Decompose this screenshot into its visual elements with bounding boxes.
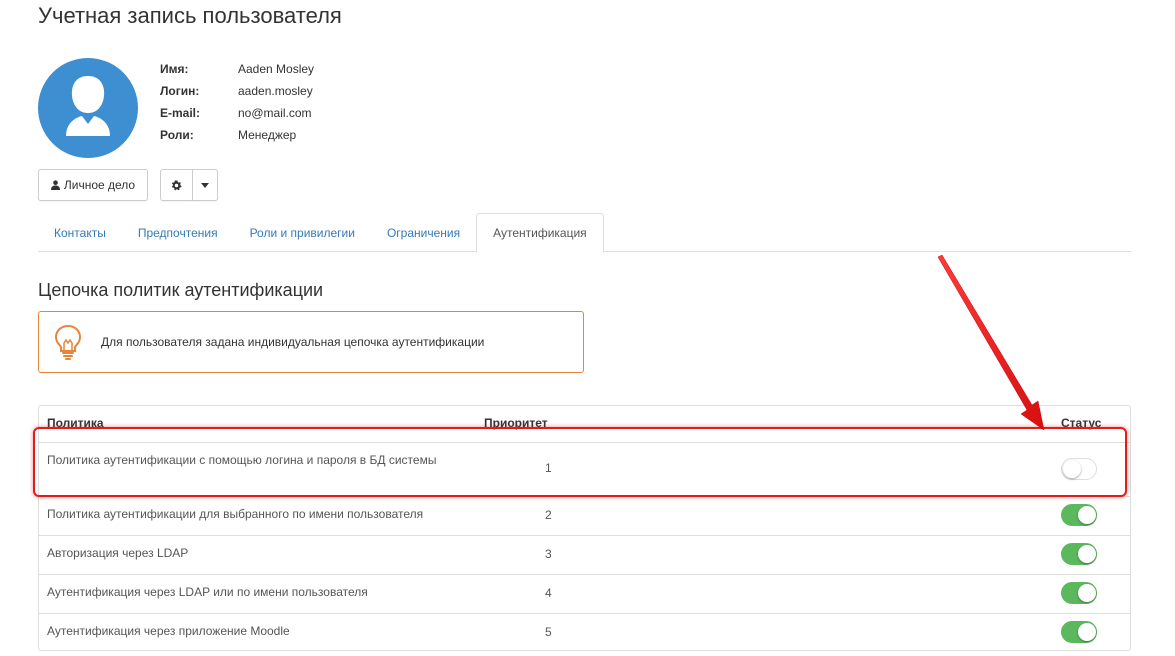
- info-key: E-mail:: [160, 106, 201, 120]
- toggle-knob: [1063, 460, 1081, 478]
- toggle-knob: [1078, 545, 1096, 563]
- status-toggle[interactable]: [1061, 543, 1097, 565]
- user-silhouette-icon: [66, 76, 110, 136]
- info-key: Логин:: [160, 84, 200, 98]
- header-policy: Политика: [47, 416, 104, 430]
- alert-text: Для пользователя задана индивидуальная ц…: [101, 335, 485, 349]
- policy-name: Политика аутентификации для выбранного п…: [47, 507, 424, 521]
- table-row: Политика аутентификации для выбранного п…: [39, 496, 1130, 535]
- info-value: aaden.mosley: [238, 84, 313, 98]
- section-title: Цепочка политик аутентификации: [38, 280, 324, 300]
- info-key: Роли:: [160, 128, 194, 142]
- policy-priority: 4: [545, 586, 552, 600]
- personal-case-label: Личное дело: [63, 178, 136, 192]
- info-row-login: Логин: aaden.mosley: [160, 80, 314, 102]
- info-value: no@mail.com: [238, 106, 312, 120]
- status-toggle[interactable]: [1061, 458, 1097, 480]
- page-title: Учетная запись пользователя: [38, 3, 342, 28]
- tabs: Контакты Предпочтения Роли и привилегии …: [38, 213, 1131, 253]
- header-status: Статус: [1061, 416, 1102, 430]
- table-row: Политика аутентификации с помощью логина…: [39, 442, 1130, 496]
- policy-priority: 3: [545, 547, 552, 561]
- status-toggle[interactable]: [1061, 582, 1097, 604]
- info-row-name: Имя: Aaden Mosley: [160, 58, 314, 80]
- settings-button[interactable]: [160, 169, 193, 201]
- tab-authentication[interactable]: Аутентификация: [476, 213, 604, 253]
- toggle-knob: [1078, 506, 1096, 524]
- toggle-knob: [1078, 584, 1096, 602]
- status-toggle[interactable]: [1061, 621, 1097, 643]
- caret-down-icon: [201, 182, 209, 188]
- policy-priority: 5: [545, 625, 552, 639]
- info-value: Aaden Mosley: [238, 62, 315, 76]
- info-alert: Для пользователя задана индивидуальная ц…: [38, 311, 584, 373]
- policy-name: Политика аутентификации с помощью логина…: [47, 453, 437, 467]
- policy-table: Политика Приоритет Статус Политика аутен…: [38, 405, 1131, 651]
- policy-name: Аутентификация через приложение Moodle: [47, 624, 290, 638]
- table-row: Аутентификация через приложение Moodle 5: [39, 613, 1130, 651]
- user-info: Имя: Aaden Mosley Логин: aaden.mosley E-…: [160, 58, 314, 146]
- info-value: Менеджер: [238, 128, 297, 142]
- lightbulb-icon: [54, 324, 82, 360]
- info-key: Имя:: [160, 62, 189, 76]
- tab-roles-privileges[interactable]: Роли и привилегии: [234, 213, 371, 252]
- tab-preferences[interactable]: Предпочтения: [122, 213, 234, 252]
- tab-restrictions[interactable]: Ограничения: [371, 213, 476, 252]
- header-priority: Приоритет: [484, 416, 548, 430]
- table-header: Политика Приоритет Статус: [39, 406, 1130, 442]
- user-icon: [50, 180, 60, 190]
- gear-icon: [171, 179, 182, 190]
- personal-case-button[interactable]: Личное дело: [38, 169, 148, 201]
- info-row-email: E-mail: no@mail.com: [160, 102, 314, 124]
- toggle-knob: [1078, 623, 1096, 641]
- table-row: Авторизация через LDAP 3: [39, 535, 1130, 574]
- info-row-roles: Роли: Менеджер: [160, 124, 314, 146]
- policy-priority: 2: [545, 508, 552, 522]
- status-toggle[interactable]: [1061, 504, 1097, 526]
- avatar: [38, 58, 138, 158]
- tab-contacts[interactable]: Контакты: [38, 213, 122, 252]
- policy-name: Аутентификация через LDAP или по имени п…: [47, 585, 368, 599]
- settings-dropdown-button[interactable]: [192, 169, 218, 201]
- policy-name: Авторизация через LDAP: [47, 546, 189, 560]
- policy-priority: 1: [545, 461, 552, 475]
- table-row: Аутентификация через LDAP или по имени п…: [39, 574, 1130, 613]
